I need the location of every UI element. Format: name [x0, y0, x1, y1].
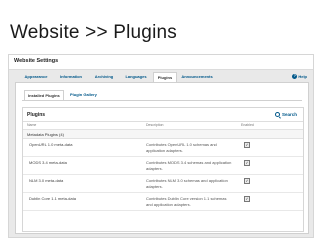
enabled-checkbox[interactable]: ✓	[244, 160, 250, 166]
page-header: Website Settings	[9, 55, 313, 70]
plugin-name: Dublin Core 1.1 meta-data	[29, 196, 76, 201]
plugin-name: OpenURL 1.0 meta-data	[29, 142, 73, 147]
column-enabled: Enabled	[241, 123, 254, 127]
tab-appearance[interactable]: Appearance	[19, 72, 53, 82]
column-name: Name	[27, 123, 37, 127]
table-row: MODS 3.4 meta-data Contributes MODS 3.4 …	[23, 157, 303, 175]
help-label: Help	[298, 74, 307, 79]
subtab-divider	[22, 100, 302, 101]
plugins-grid: Plugins Search Name Description Enabled …	[22, 107, 304, 232]
search-button[interactable]: Search	[274, 112, 297, 118]
category-row[interactable]: Metadata Plugins (4)	[23, 130, 303, 139]
table-row: OpenURL 1.0 meta-data Contributes OpenUR…	[23, 139, 303, 157]
help-icon: ?	[292, 74, 298, 80]
search-icon	[274, 112, 280, 118]
plugin-description: Contributes MODS 3.4 schemas and applica…	[146, 160, 232, 171]
tab-information[interactable]: Information	[55, 72, 87, 82]
tab-announcements[interactable]: Announcements	[177, 72, 217, 82]
subtab-plugin-gallery[interactable]: Plugin Gallery	[70, 90, 97, 100]
grid-title: Plugins	[27, 112, 46, 118]
tab-languages[interactable]: Languages	[121, 72, 151, 82]
table-row: NLM 3.0 meta-data Contributes NLM 3.0 sc…	[23, 175, 303, 193]
enabled-checkbox[interactable]: ✓	[244, 178, 250, 184]
search-label: Search	[281, 112, 297, 117]
enabled-checkbox[interactable]: ✓	[244, 196, 250, 202]
enabled-checkbox[interactable]: ✓	[244, 142, 250, 148]
grid-column-headers: Name Description Enabled	[23, 122, 303, 130]
category-label: Metadata Plugins (4)	[27, 131, 64, 137]
plugin-description: Contributes Dublin Core version 1.1 sche…	[146, 196, 227, 207]
tab-archiving[interactable]: Archiving	[89, 72, 119, 82]
page-title: Website Settings	[14, 58, 59, 64]
screenshot-frame: Website Settings Appearance Information …	[8, 54, 314, 238]
plugin-description: Contributes NLM 3.0 schemas and applicat…	[146, 178, 228, 189]
plugin-name: MODS 3.4 meta-data	[29, 160, 67, 165]
plugin-description: Contributes OpenURL 1.0 schemas and appl…	[146, 142, 217, 153]
grid-header: Plugins Search	[23, 108, 303, 122]
help-button[interactable]: ? Help	[292, 73, 307, 81]
settings-tabs: Appearance Information Archiving Languag…	[15, 72, 311, 82]
plugin-name: NLM 3.0 meta-data	[29, 178, 64, 183]
table-row: Dublin Core 1.1 meta-data Contributes Du…	[23, 193, 303, 211]
tab-plugins[interactable]: Plugins	[153, 72, 177, 82]
column-description: Description	[146, 123, 164, 127]
slide-title: Website >> Plugins	[10, 22, 177, 43]
plugins-panel: Installed Plugins Plugin Gallery Plugins…	[15, 82, 309, 234]
